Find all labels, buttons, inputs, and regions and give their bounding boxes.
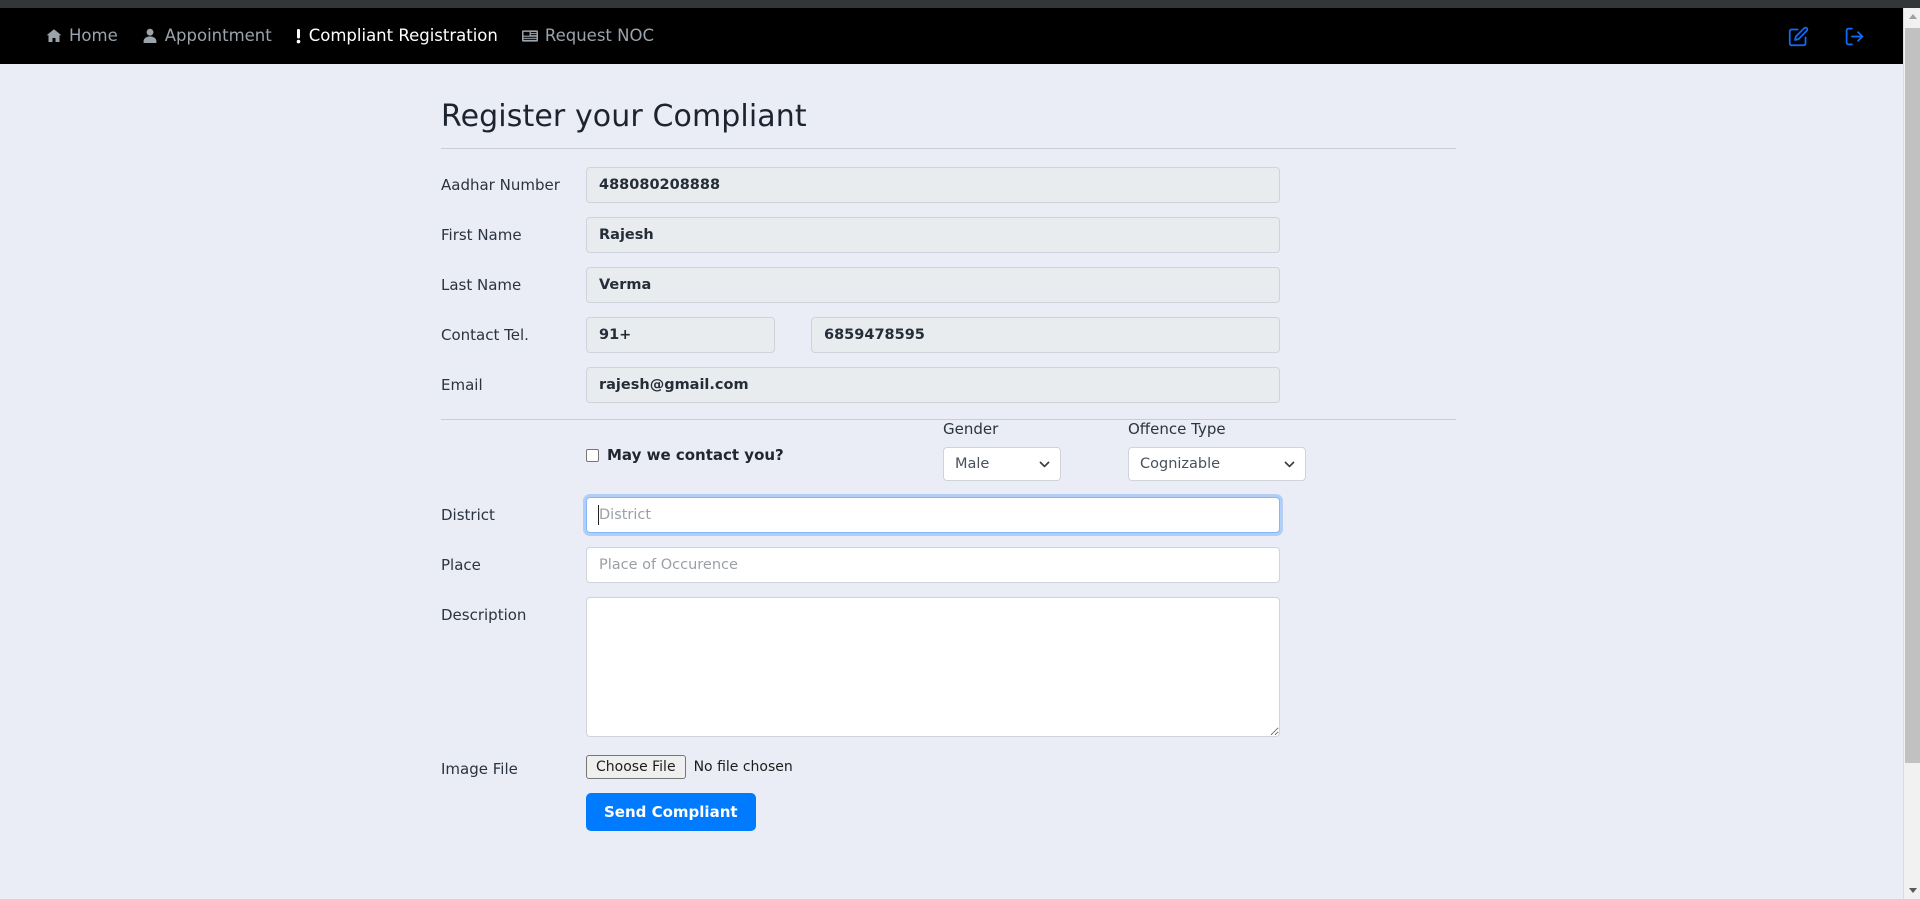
send-compliant-button[interactable]: Send Compliant	[586, 793, 756, 831]
form-row-email: Email	[441, 367, 1456, 403]
nav-item-request-noc[interactable]: Request NOC	[510, 22, 666, 51]
scrollbar-down-arrow[interactable]	[1904, 882, 1920, 899]
description-label: Description	[441, 606, 527, 624]
nav-item-appointment-label: Appointment	[164, 25, 272, 45]
nav-item-compliant-registration-label: Compliant Registration	[308, 25, 498, 45]
first-name-input[interactable]	[586, 217, 1280, 253]
file-input-group: Choose File No file chosen	[586, 751, 793, 779]
aadhar-input[interactable]	[586, 167, 1280, 203]
offence-type-select-wrapper: Cognizable	[1128, 447, 1306, 481]
form-row-contact: Contact Tel.	[441, 317, 1456, 353]
form-row-first-name: First Name	[441, 217, 1456, 253]
form-row-place: Place	[441, 547, 1456, 583]
phone-number-input[interactable]	[811, 317, 1280, 353]
description-textarea[interactable]	[586, 597, 1280, 737]
exclamation-icon	[296, 28, 302, 44]
form-row-image-file: Image File Choose File No file chosen	[441, 751, 1456, 779]
first-name-label: First Name	[441, 226, 522, 244]
country-code-input[interactable]	[586, 317, 775, 353]
chevron-up-icon	[1908, 14, 1917, 19]
page-scrollbar[interactable]	[1903, 8, 1920, 899]
last-name-label: Last Name	[441, 276, 522, 294]
main-navbar: Home Appointment Compliant Registration	[0, 8, 1903, 64]
nav-item-request-noc-label: Request NOC	[544, 25, 654, 45]
contact-consent-checkbox[interactable]	[586, 448, 599, 462]
district-input[interactable]	[586, 497, 1280, 533]
contact-consent-group: May we contact you?	[586, 420, 943, 464]
scrollbar-thumb[interactable]	[1905, 28, 1920, 763]
place-input[interactable]	[586, 547, 1280, 583]
navbar-links: Home Appointment Compliant Registration	[34, 22, 666, 51]
title-divider	[441, 148, 1456, 149]
form-row-options: May we contact you? Gender Male Offence	[441, 420, 1456, 481]
aadhar-label: Aadhar Number	[441, 176, 560, 194]
image-file-label: Image File	[441, 760, 518, 778]
gender-label: Gender	[943, 420, 999, 438]
logout-icon[interactable]	[1843, 25, 1865, 47]
chevron-down-icon	[1908, 888, 1917, 893]
gender-select[interactable]: Male	[943, 447, 1061, 481]
choose-file-button[interactable]: Choose File	[586, 755, 686, 779]
nav-item-home[interactable]: Home	[34, 22, 130, 51]
form-row-district: District	[441, 497, 1456, 533]
navbar-right-actions	[1787, 25, 1885, 47]
text-caret	[598, 505, 599, 525]
last-name-input[interactable]	[586, 267, 1280, 303]
scrollbar-up-arrow[interactable]	[1904, 8, 1920, 25]
form-row-description: Description	[441, 597, 1456, 737]
edit-profile-icon[interactable]	[1787, 25, 1809, 47]
offence-type-group: Offence Type Cognizable	[1128, 420, 1318, 481]
district-input-wrapper	[586, 497, 1280, 533]
offence-type-label: Offence Type	[1128, 420, 1226, 438]
compliant-registration-form: Register your Compliant Aadhar Number Fi…	[441, 99, 1456, 831]
form-row-last-name: Last Name	[441, 267, 1456, 303]
gender-select-wrapper: Male	[943, 447, 1061, 481]
home-icon	[46, 28, 62, 44]
gender-group: Gender Male	[943, 420, 1091, 481]
file-status-text: No file chosen	[693, 759, 793, 775]
user-icon	[142, 28, 158, 44]
place-label: Place	[441, 556, 481, 574]
nav-item-compliant-registration[interactable]: Compliant Registration	[284, 22, 510, 51]
browser-chrome-strip	[0, 0, 1920, 8]
email-label: Email	[441, 376, 483, 394]
district-label: District	[441, 506, 495, 524]
page-title: Register your Compliant	[441, 99, 807, 134]
nav-item-appointment[interactable]: Appointment	[130, 22, 284, 51]
email-input[interactable]	[586, 367, 1280, 403]
nav-item-home-label: Home	[69, 25, 118, 45]
contact-label: Contact Tel.	[441, 326, 529, 344]
form-row-submit: Send Compliant	[441, 793, 1456, 831]
page-content: Register your Compliant Aadhar Number Fi…	[0, 64, 1903, 899]
form-row-aadhar: Aadhar Number	[441, 167, 1456, 203]
offence-type-select[interactable]: Cognizable	[1128, 447, 1306, 481]
newspaper-icon	[521, 28, 538, 44]
contact-consent-label[interactable]: May we contact you?	[607, 446, 784, 464]
